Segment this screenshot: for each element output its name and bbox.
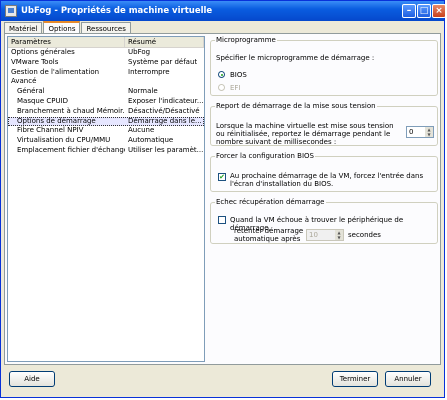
vm-icon <box>5 5 17 17</box>
retry-after-label: retenter démarrage automatique après <box>234 227 304 243</box>
retry-seconds-value: 10 <box>309 231 318 239</box>
power-delay-group: Report de démarrage de la mise sous tens… <box>210 102 438 146</box>
list-item[interactable]: VMware Tools Système par défaut <box>8 58 204 68</box>
help-button[interactable]: Aide <box>9 371 55 387</box>
minimize-button[interactable]: – <box>402 4 416 18</box>
cancel-button[interactable]: Annuler <box>385 371 431 387</box>
bios-label: BIOS <box>230 71 247 79</box>
list-item[interactable]: Général Normale <box>8 87 204 97</box>
force-bios-text: Au prochaine démarrage de la VM, forcez … <box>230 172 424 188</box>
power-delay-legend: Report de démarrage de la mise sous tens… <box>216 102 376 110</box>
boot-recovery-group: Echec récupération démarrage Quand la VM… <box>210 198 438 244</box>
force-bios-legend: Forcer la configuration BIOS <box>216 152 314 160</box>
retry-boot-checkbox[interactable] <box>218 216 226 224</box>
options-panel: Paramètres Résumé Options générales UbFog… <box>4 33 441 365</box>
list-item[interactable]: Branchement à chaud Mémoir... Désactivé/D… <box>8 107 204 117</box>
list-item[interactable]: Options générales UbFog <box>8 48 204 58</box>
efi-label: EFI <box>230 84 241 92</box>
window-title: UbFog - Propriétés de machine virtuelle <box>21 6 213 16</box>
seconds-unit: secondes <box>348 231 381 239</box>
list-item[interactable]: Masque CPUID Exposer l'indicateur... <box>8 97 204 107</box>
finish-button[interactable]: Terminer <box>332 371 378 387</box>
list-item[interactable]: Virtualisation du CPU/MMU Automatique <box>8 136 204 146</box>
list-header: Paramètres Résumé <box>8 37 204 48</box>
list-item[interactable]: Gestion de l'alimentation Interrompre <box>8 68 204 78</box>
force-bios-checkbox[interactable]: ✔ <box>218 173 226 181</box>
settings-list: Paramètres Résumé Options générales UbFog… <box>7 36 205 362</box>
spin-down-icon[interactable]: ▼ <box>335 235 343 240</box>
power-delay-text: Lorsque la machine virtuelle est mise so… <box>216 122 394 146</box>
column-header-settings[interactable]: Paramètres <box>8 37 125 47</box>
list-item[interactable]: Emplacement fichier d'échange Utiliser le… <box>8 146 204 156</box>
firmware-label: Spécifier le microprogramme de démarrage… <box>216 54 375 62</box>
bios-radio[interactable] <box>218 71 225 78</box>
delay-ms-value: 0 <box>409 128 414 136</box>
maximize-button[interactable]: □ <box>417 4 431 18</box>
list-item[interactable]: Fibre Channel NPIV Aucune <box>8 126 204 136</box>
properties-window: UbFog - Propriétés de machine virtuelle … <box>0 0 446 398</box>
boot-recovery-legend: Echec récupération démarrage <box>216 198 325 206</box>
list-item-selected[interactable]: Options de démarrage Démarrage dans le... <box>8 116 204 127</box>
title-bar: UbFog - Propriétés de machine virtuelle … <box>1 1 446 21</box>
list-item-group[interactable]: Avancé <box>8 77 204 87</box>
firmware-group: Microprogramme Spécifier le microprogram… <box>210 36 438 96</box>
column-header-summary[interactable]: Résumé <box>125 37 204 47</box>
retry-seconds-spinner[interactable]: 10 ▲ ▼ <box>306 229 344 241</box>
firmware-legend: Microprogramme <box>216 36 276 44</box>
force-bios-group: Forcer la configuration BIOS ✔ Au procha… <box>210 152 438 192</box>
close-button[interactable]: × <box>432 4 446 18</box>
spin-down-icon[interactable]: ▼ <box>425 132 433 137</box>
efi-radio[interactable] <box>218 84 225 91</box>
delay-ms-spinner[interactable]: 0 ▲ ▼ <box>406 126 434 138</box>
